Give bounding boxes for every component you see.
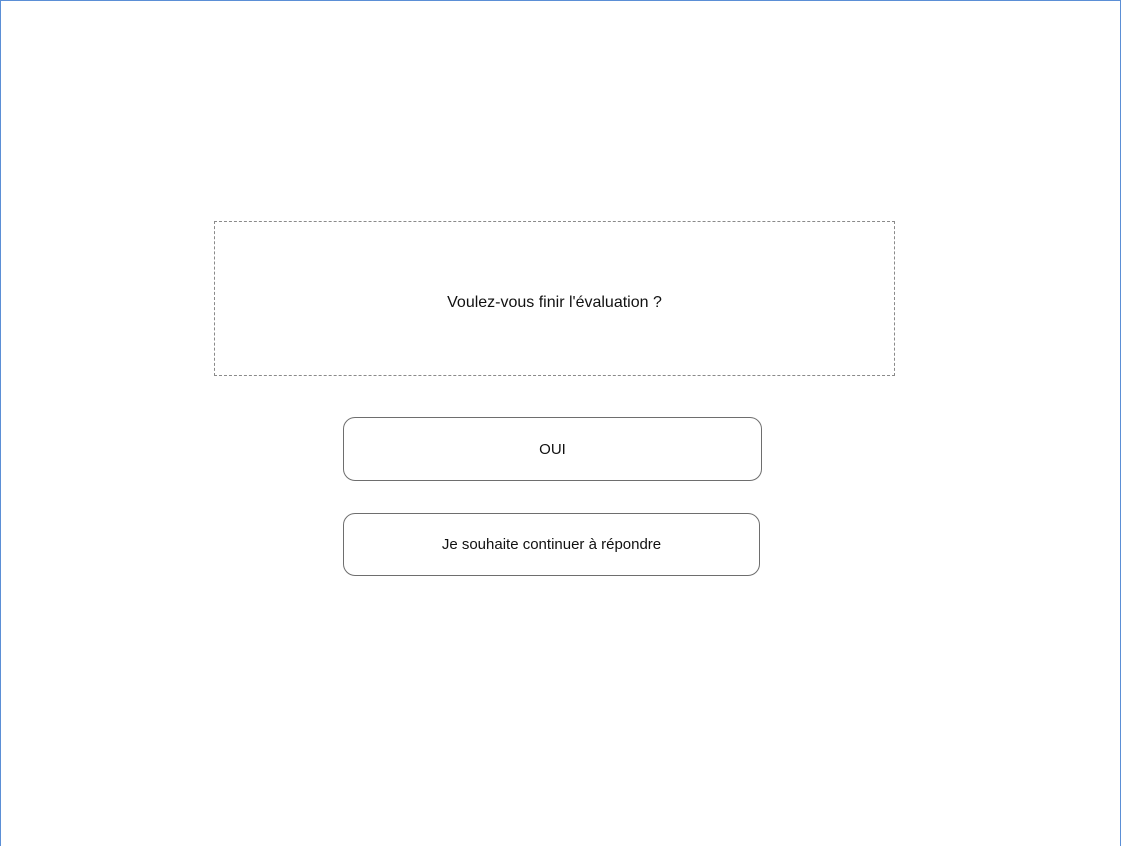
yes-button-label: OUI	[539, 440, 566, 458]
question-box: Voulez-vous finir l'évaluation ?	[214, 221, 895, 376]
continue-answering-button-label: Je souhaite continuer à répondre	[441, 536, 662, 553]
yes-button[interactable]: OUI	[343, 417, 762, 481]
question-text: Voulez-vous finir l'évaluation ?	[447, 293, 662, 311]
continue-answering-button[interactable]: Je souhaite continuer à répondre	[343, 513, 760, 576]
